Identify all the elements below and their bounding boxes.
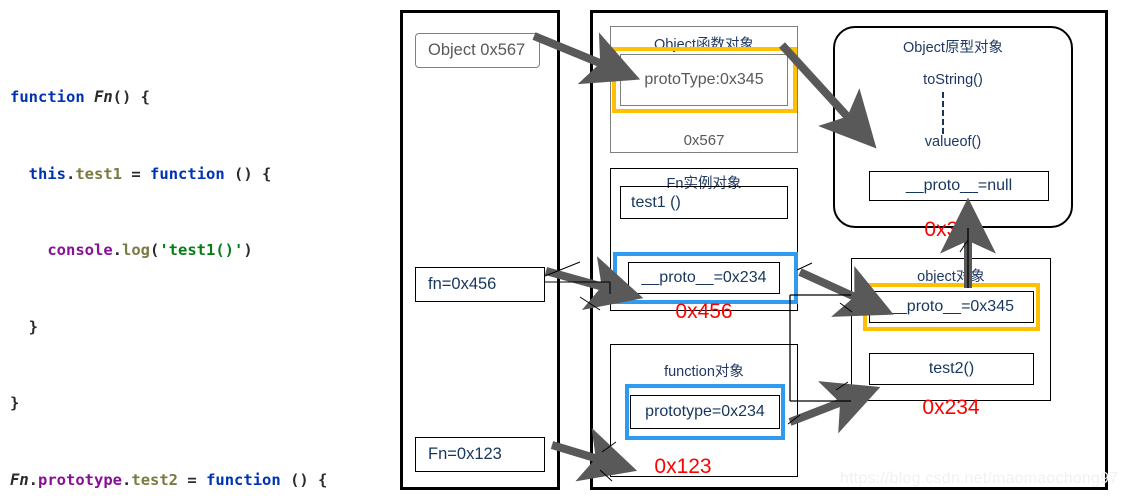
object-prototype-title: Object原型对象 [903, 40, 1003, 56]
diagram-canvas: function Fn() { this.test1 = function ()… [0, 0, 1122, 500]
code-line: function Fn() { [10, 88, 150, 106]
stack-entry-fn: fn=0x456 [415, 267, 545, 302]
code-listing: function Fn() { this.test1 = function ()… [10, 34, 395, 500]
code-line: } [28, 317, 39, 336]
stack-frame [400, 10, 560, 490]
fn-instance-test1-slot: test1 () [620, 186, 788, 219]
stack-entry-Fn: Fn=0x123 [415, 437, 545, 472]
object-object-address: 0x234 [922, 396, 980, 419]
stack-entry-label: Fn=0x123 [428, 445, 502, 463]
object-function-address: 0x567 [683, 132, 725, 149]
fn-instance-address: 0x456 [675, 300, 733, 323]
vertical-ellipsis-icon [942, 92, 944, 134]
object-object-proto-slot: __proto__=0x345 [869, 291, 1034, 323]
object-prototype-valueof: valueof() [924, 134, 982, 150]
fn-instance-proto-slot: __proto__=0x234 [628, 262, 780, 294]
code-line: Fn.prototype.test2 = function () { [10, 470, 328, 489]
function-object-address: 0x123 [654, 455, 712, 478]
object-prototype-address: 0x345 [924, 218, 982, 241]
stack-entry-object: Object 0x567 [415, 33, 540, 68]
stack-entry-label: Object 0x567 [428, 41, 526, 59]
function-object-prototype-slot: prototype=0x234 [630, 395, 780, 429]
code-line: this.test1 = function () { [28, 164, 272, 183]
watermark-text: https://blog.csdn.net/maomaochong97 [840, 470, 1119, 487]
code-line: } [10, 394, 20, 412]
code-line: console.log('test1()') [47, 241, 253, 259]
stack-entry-label: fn=0x456 [428, 275, 497, 293]
object-object-test2-slot: test2() [869, 353, 1034, 385]
object-prototype-proto-slot: __proto__=null [869, 171, 1049, 201]
object-function-proto-slot: protoType:0x345 [620, 54, 788, 106]
object-prototype-tostring: toString() [923, 72, 983, 88]
function-object-title: function对象 [664, 364, 744, 380]
